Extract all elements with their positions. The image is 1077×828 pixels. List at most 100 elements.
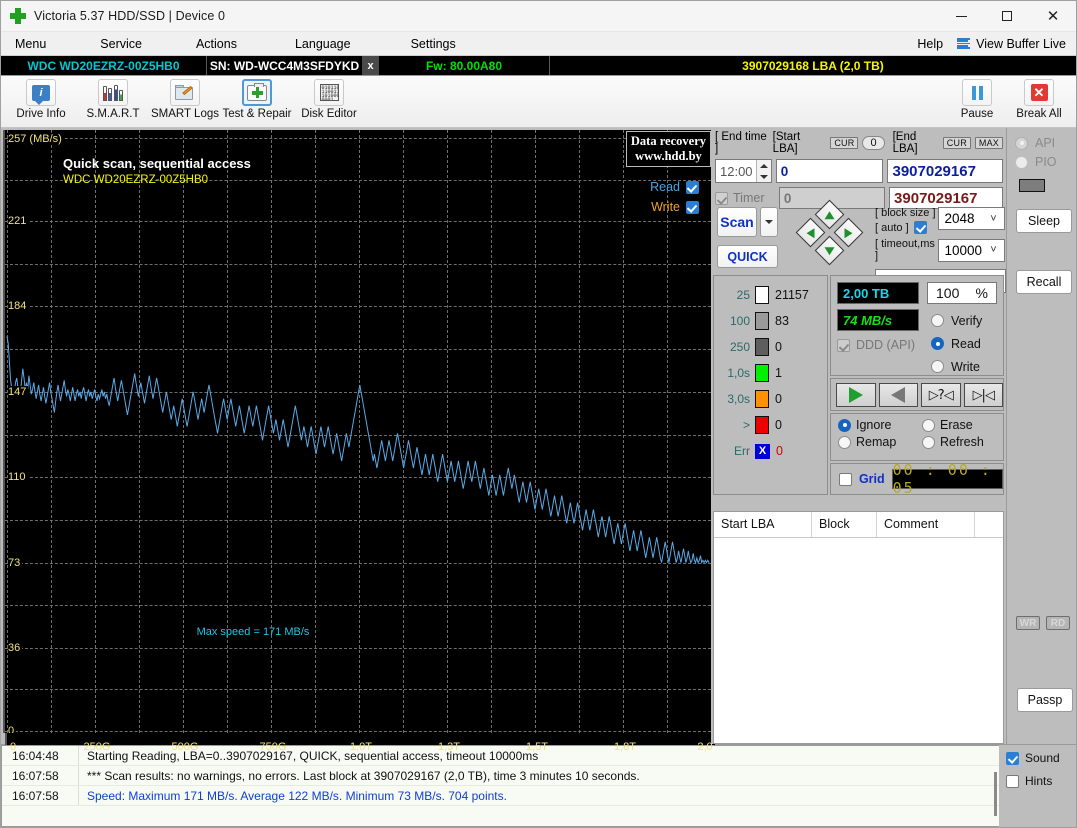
hints-checkbox[interactable]: [1006, 774, 1019, 788]
log-message: Starting Reading, LBA=0..3907029167, QUI…: [87, 748, 539, 763]
passport-button[interactable]: Passp: [1017, 688, 1073, 712]
timer-checkbox[interactable]: [715, 191, 728, 205]
radio-indicator[interactable]: [931, 314, 944, 327]
log-scrollbar[interactable]: [994, 772, 997, 816]
legend-write-checkbox[interactable]: [686, 200, 699, 214]
radio-indicator[interactable]: [838, 435, 851, 449]
defect-action-erase[interactable]: Erase: [922, 418, 1000, 432]
legend-read[interactable]: Read: [650, 180, 699, 194]
minimize-button[interactable]: [938, 1, 984, 32]
nav-rewind-button[interactable]: [878, 383, 918, 407]
end-time-value: 12:00: [720, 163, 753, 179]
menu-item-service[interactable]: Service: [90, 32, 152, 56]
dpad-right[interactable]: [833, 217, 864, 248]
device-capacity: 3907029168 LBA (2,0 TB): [742, 58, 884, 73]
legend-read-checkbox[interactable]: [686, 180, 699, 194]
close-device-button[interactable]: x: [362, 56, 379, 75]
close-button[interactable]: ✕: [1030, 1, 1076, 32]
end-lba-max-button[interactable]: MAX: [974, 137, 1004, 149]
nav-seek-unknown-button[interactable]: ▷?◁: [921, 383, 961, 407]
mode-radio-write[interactable]: Write: [931, 355, 982, 378]
block-stat-count: 0: [775, 392, 782, 406]
side-tools-panel: API PIO Sleep Recall WR RD Passp: [1006, 128, 1076, 744]
block-stat-row: >0: [716, 412, 827, 438]
menu-item-help[interactable]: Help: [907, 32, 953, 56]
scan-button[interactable]: Scan: [717, 207, 757, 237]
col-start-lba[interactable]: Start LBA: [714, 512, 812, 537]
recall-button[interactable]: Recall: [1016, 270, 1072, 294]
hints-label: Hints: [1025, 774, 1053, 788]
log-options: Sound Hints: [999, 745, 1076, 827]
pause-button[interactable]: Pause: [946, 76, 1008, 126]
menu-item-language[interactable]: Language: [285, 32, 361, 56]
legend-write[interactable]: Write: [651, 200, 699, 214]
col-comment[interactable]: Comment: [877, 512, 975, 537]
defect-action-ignore[interactable]: Ignore: [838, 418, 916, 432]
radio-indicator[interactable]: [931, 337, 944, 350]
block-size-select[interactable]: 2048 ˅: [938, 207, 1005, 230]
auto-checkbox[interactable]: [913, 221, 927, 234]
mode-radio-read[interactable]: Read: [931, 332, 982, 355]
end-lba-secondary[interactable]: 3907029167: [889, 187, 1003, 209]
capacity-readout: 2,00 TB: [837, 282, 919, 304]
defect-table-header: Start LBA Block Comment: [714, 512, 1003, 538]
end-time-input[interactable]: 12:00: [715, 159, 772, 183]
tool-disk-editor[interactable]: 010110 110011 101000 0001 Disk Editor: [293, 76, 365, 126]
tool-smart-label: S.M.A.R.T: [86, 108, 140, 120]
menu-item-actions[interactable]: Actions: [186, 32, 247, 56]
log-list[interactable]: 16:04:48 Starting Reading, LBA=0..3907029…: [1, 745, 999, 827]
pio-label: PIO: [1035, 155, 1057, 169]
device-model[interactable]: WDC WD20EZRZ-00Z5HB0: [1, 56, 206, 75]
progress-percent: 100: [936, 285, 960, 301]
radio-indicator[interactable]: [922, 418, 935, 432]
col-block[interactable]: Block: [812, 512, 877, 537]
col-extra[interactable]: [975, 512, 1003, 537]
graph-title: Quick scan, sequential access: [63, 156, 251, 171]
view-buffer-live-button[interactable]: View Buffer Live: [953, 37, 1076, 51]
ddd-api-checkbox[interactable]: [837, 338, 850, 352]
sleep-button[interactable]: Sleep: [1016, 209, 1072, 233]
break-all-button[interactable]: ✕ Break All: [1008, 76, 1070, 126]
radio-indicator[interactable]: [922, 435, 935, 449]
tool-smart[interactable]: S.M.A.R.T: [77, 76, 149, 126]
scan-dropdown-button[interactable]: [760, 207, 778, 237]
tool-drive-info[interactable]: i Drive Info: [5, 76, 77, 126]
mode-radio-verify[interactable]: Verify: [931, 309, 982, 332]
dpad-down[interactable]: [814, 235, 845, 266]
timeout-select[interactable]: 10000 ˅: [938, 238, 1005, 262]
direction-pad[interactable]: [795, 199, 864, 266]
x-axis-tick: 250G: [83, 741, 111, 753]
menu-item-settings[interactable]: Settings: [401, 32, 466, 56]
radio-indicator[interactable]: [931, 360, 944, 373]
end-lba-input[interactable]: 3907029167: [887, 159, 1003, 183]
nav-play-button[interactable]: [836, 383, 876, 407]
defect-action-remap[interactable]: Remap: [838, 435, 916, 449]
start-lba-input[interactable]: 0: [775, 159, 884, 183]
status-indicator: [1019, 179, 1045, 192]
sound-option[interactable]: Sound: [1006, 751, 1076, 765]
first-aid-kit-icon: [247, 82, 267, 101]
defect-action-refresh[interactable]: Refresh: [922, 435, 1000, 449]
tool-test-and-repair[interactable]: Test & Repair: [221, 76, 293, 126]
api-radio[interactable]: [1015, 136, 1028, 150]
device-firmware: Fw: 80.00A80: [425, 58, 503, 73]
pio-radio[interactable]: [1015, 155, 1028, 169]
menu-item-menu[interactable]: Menu: [5, 32, 56, 56]
log-row[interactable]: 16:04:48 Starting Reading, LBA=0..3907029…: [2, 746, 999, 766]
grid-checkbox[interactable]: [839, 472, 852, 486]
nav-seek-end-button[interactable]: ▷|◁: [963, 383, 1003, 407]
maximize-button[interactable]: [984, 1, 1030, 32]
start-lba-cur-button[interactable]: CUR: [830, 137, 859, 149]
hints-option[interactable]: Hints: [1006, 774, 1076, 788]
sound-checkbox[interactable]: [1006, 751, 1019, 765]
end-lba-cur-button[interactable]: CUR: [942, 137, 971, 149]
log-row[interactable]: 16:07:58 Speed: Maximum 171 MB/s. Average…: [2, 786, 999, 806]
graph-subtitle: WDC WD20EZRZ-00Z5HB0: [63, 174, 209, 186]
radio-indicator[interactable]: [838, 418, 851, 432]
end-time-spinner[interactable]: [755, 160, 771, 182]
scan-graph[interactable]: Quick scan, sequential access WDC WD20EZ…: [3, 130, 711, 733]
tool-smart-logs[interactable]: SMART Logs: [149, 76, 221, 126]
log-row[interactable]: 16:07:58 *** Scan results: no warnings, n…: [2, 766, 999, 786]
defect-table[interactable]: Start LBA Block Comment: [713, 511, 1004, 744]
quick-button[interactable]: QUICK: [717, 245, 778, 268]
